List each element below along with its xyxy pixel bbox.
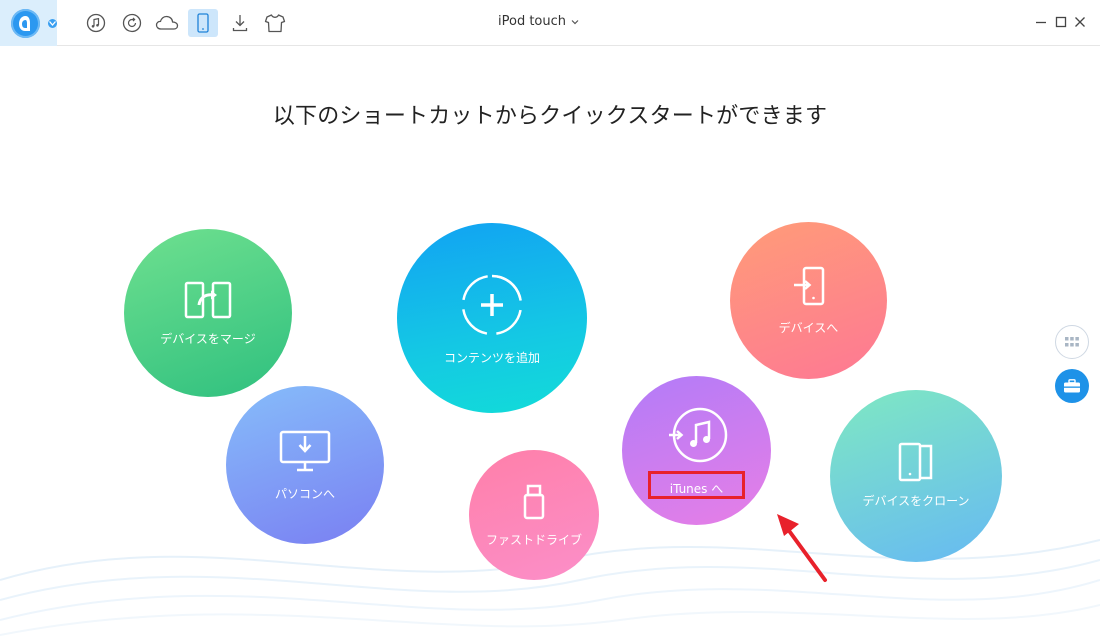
to-device-label: デバイスへ xyxy=(778,321,839,335)
close-icon[interactable] xyxy=(1071,13,1089,31)
grid-icon[interactable] xyxy=(1055,325,1089,359)
music-note-icon[interactable] xyxy=(81,9,111,37)
clone-device-label: デバイスをクローン xyxy=(862,494,970,508)
itunes-icon xyxy=(669,407,728,463)
usb-drive-icon xyxy=(523,484,545,520)
download-icon[interactable] xyxy=(225,9,255,37)
chevron-down-icon xyxy=(571,19,579,24)
title-bar: iPod touch xyxy=(0,0,1100,46)
device-selector[interactable]: iPod touch xyxy=(498,14,579,29)
flash-drive-button[interactable]: ファストドライブ xyxy=(469,450,599,580)
to-pc-button[interactable]: パソコンへ xyxy=(226,386,384,544)
logo-menu-caret-icon[interactable] xyxy=(48,19,57,28)
minimize-icon[interactable] xyxy=(1032,13,1050,31)
app-logo-area[interactable] xyxy=(0,0,57,46)
merge-devices-label: デバイスをマージ xyxy=(160,332,256,346)
cloud-icon[interactable] xyxy=(152,9,182,37)
highlight-box xyxy=(648,471,745,499)
flash-drive-label: ファストドライブ xyxy=(485,533,582,547)
toolbox-icon[interactable] xyxy=(1055,369,1089,403)
tshirt-icon[interactable] xyxy=(260,9,290,37)
device-name: iPod touch xyxy=(498,14,567,29)
maximize-icon[interactable] xyxy=(1052,13,1070,31)
to-itunes-button[interactable]: iTunes へ xyxy=(622,376,771,525)
app-logo-icon[interactable] xyxy=(11,9,40,38)
clone-device-button[interactable]: デバイスをクローン xyxy=(830,390,1002,562)
computer-icon xyxy=(279,430,331,472)
annotation-arrow xyxy=(777,514,827,582)
to-device-button[interactable]: デバイスへ xyxy=(730,222,887,379)
clone-device-icon xyxy=(898,442,933,482)
to-pc-label: パソコンへ xyxy=(274,487,335,501)
add-content-label: コンテンツを追加 xyxy=(443,351,540,365)
device-icon[interactable] xyxy=(188,9,218,37)
page-headline: 以下のショートカットからクイックスタートができます xyxy=(272,104,828,129)
add-content-button[interactable]: コンテンツを追加 xyxy=(397,223,587,413)
add-icon xyxy=(461,274,523,336)
merge-icon xyxy=(184,281,232,319)
restore-icon[interactable] xyxy=(117,9,147,37)
merge-devices-button[interactable]: デバイスをマージ xyxy=(124,229,292,397)
to-device-icon xyxy=(793,266,824,306)
